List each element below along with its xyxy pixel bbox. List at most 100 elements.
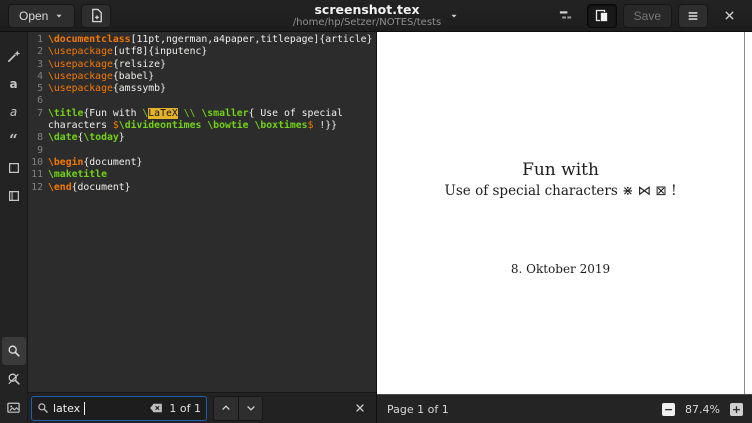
line-number: 3 [30,59,43,71]
page-layout-icon[interactable] [2,182,26,210]
open-button-label: Open [19,9,48,23]
line-number: 11 [30,169,43,181]
search-bar: latex 1 of 1 [28,392,376,423]
wand-icon[interactable] [2,42,26,70]
line-number: 8 [30,132,43,144]
document-title: screenshot.tex [293,3,441,17]
pdf-title: Fun with [377,160,744,180]
code-text: \date{\today} [48,132,376,144]
document-path: /home/hp/Setzer/NOTES/tests [293,17,441,29]
line-number: 2 [30,46,43,58]
menu-button[interactable] [678,4,708,28]
preview-status-bar: Page 1 of 1 − 87.4% + [377,394,752,423]
zoom-out-button[interactable]: − [662,403,675,416]
search-toggle-button[interactable] [2,337,26,365]
find-replace-icon [7,372,21,386]
menu-icon [686,9,700,23]
code-line: 6 [30,95,376,107]
code-text: \maketitle [48,169,376,181]
chevron-down-icon [245,402,257,414]
code-text: \end{document} [48,182,376,194]
code-line: 3 \usepackage{relsize} [30,59,376,71]
line-number: 9 [30,145,43,157]
code-text [48,95,376,107]
line-number: 5 [30,83,43,95]
italic-a-icon[interactable]: a [2,98,26,126]
panel-toggle-icon [558,8,573,23]
open-button[interactable]: Open [8,4,75,28]
editor-pane: 1\documentclass[11pt,ngerman,a4paper,tit… [28,32,376,423]
sidebar-bottom-icons [2,337,26,421]
match-nav-buttons [213,396,263,421]
code-line: 12 \end{document} [30,182,376,194]
text-cursor [84,402,85,415]
bold-a-icon[interactable]: a [2,70,26,98]
sidebar-icon-strip: a a “ [0,32,28,423]
preview-toggle-button[interactable] [587,4,617,28]
code-text [48,145,376,157]
header-left-group: Open [8,4,111,28]
code-line: 4 \usepackage{babel} [30,71,376,83]
zoom-in-button[interactable]: + [730,403,743,416]
document-title-block: screenshot.tex /home/hp/Setzer/NOTES/tes… [293,3,441,29]
code-line: 9 [30,145,376,157]
code-line: 5 \usepackage{amssymb} [30,83,376,95]
code-editor[interactable]: 1\documentclass[11pt,ngerman,a4paper,tit… [28,32,376,392]
special-characters: ⋇ ⋈ ⊠ [622,183,667,199]
pdf-title-block: Fun with Use of special characters ⋇ ⋈ ⊠… [377,160,744,276]
zoom-controls: − 87.4% + [662,403,743,416]
main-area: a a “ [0,32,752,423]
line-number: 4 [30,71,43,83]
save-button-label: Save [634,9,661,23]
code-line: 2 \usepackage[utf8]{inputenc} [30,46,376,58]
code-text: \usepackage{babel} [48,71,376,83]
page-indicator: Page 1 of 1 [387,403,449,416]
line-number: 12 [30,182,43,194]
code-line: 8 \date{\today} [30,132,376,144]
code-text: \usepackage{relsize} [48,59,376,71]
panel-toggle-button[interactable] [551,4,581,28]
line-number: 10 [30,157,43,169]
pdf-date: 8. Oktober 2019 [377,262,744,276]
code-text: \usepackage{amssymb} [48,83,376,95]
match-count: 1 of 1 [169,402,201,415]
code-text: \documentclass[11pt,ngerman,a4paper,titl… [48,34,376,46]
code-lines: 1\documentclass[11pt,ngerman,a4paper,tit… [30,34,376,194]
close-window-button[interactable] [714,4,744,28]
next-match-button[interactable] [238,396,263,421]
code-line: 10 \begin{document} [30,157,376,169]
quotes-icon[interactable]: “ [2,126,26,154]
setzer-window: Open screenshot.tex /home/hp/Setzer/NOTE… [0,0,752,423]
zoom-level: 87.4% [685,403,720,416]
header-bar: Open screenshot.tex /home/hp/Setzer/NOTE… [0,0,752,32]
search-icon [37,402,49,414]
image-tool-button[interactable] [2,393,26,421]
code-text: \usepackage[utf8]{inputenc} [48,46,376,58]
code-line: 7\title{Fun with \LaTeX \\ \smaller{ Use… [30,108,376,133]
preview-scrollbar[interactable] [744,32,745,394]
search-icon [7,344,21,358]
preview-toggle-icon [594,8,610,24]
chevron-up-icon [220,402,232,414]
clear-input-icon[interactable] [149,402,163,414]
header-right-group: Save [551,4,744,28]
pdf-subtitle: Use of special characters ⋇ ⋈ ⊠ ! [377,183,744,199]
previous-match-button[interactable] [213,396,238,421]
search-input[interactable]: latex 1 of 1 [31,396,207,421]
close-search-button[interactable] [354,402,366,414]
search-query-text: latex [53,402,80,415]
line-number: 6 [30,95,43,107]
title-dropdown-caret-icon[interactable] [449,11,459,21]
code-text: \begin{document} [48,157,376,169]
code-line: 11 \maketitle [30,169,376,181]
close-icon [354,402,366,414]
code-line: 1\documentclass[11pt,ngerman,a4paper,tit… [30,34,376,46]
save-button[interactable]: Save [623,4,672,28]
find-replace-button[interactable] [2,365,26,393]
code-text: \title{Fun with \LaTeX \\ \smaller{ Use … [48,108,376,133]
square-icon[interactable] [2,154,26,182]
new-document-button[interactable] [81,4,111,28]
preview-pane: Fun with Use of special characters ⋇ ⋈ ⊠… [376,32,752,423]
line-number: 7 [30,108,43,133]
pdf-page[interactable]: Fun with Use of special characters ⋇ ⋈ ⊠… [377,32,752,394]
